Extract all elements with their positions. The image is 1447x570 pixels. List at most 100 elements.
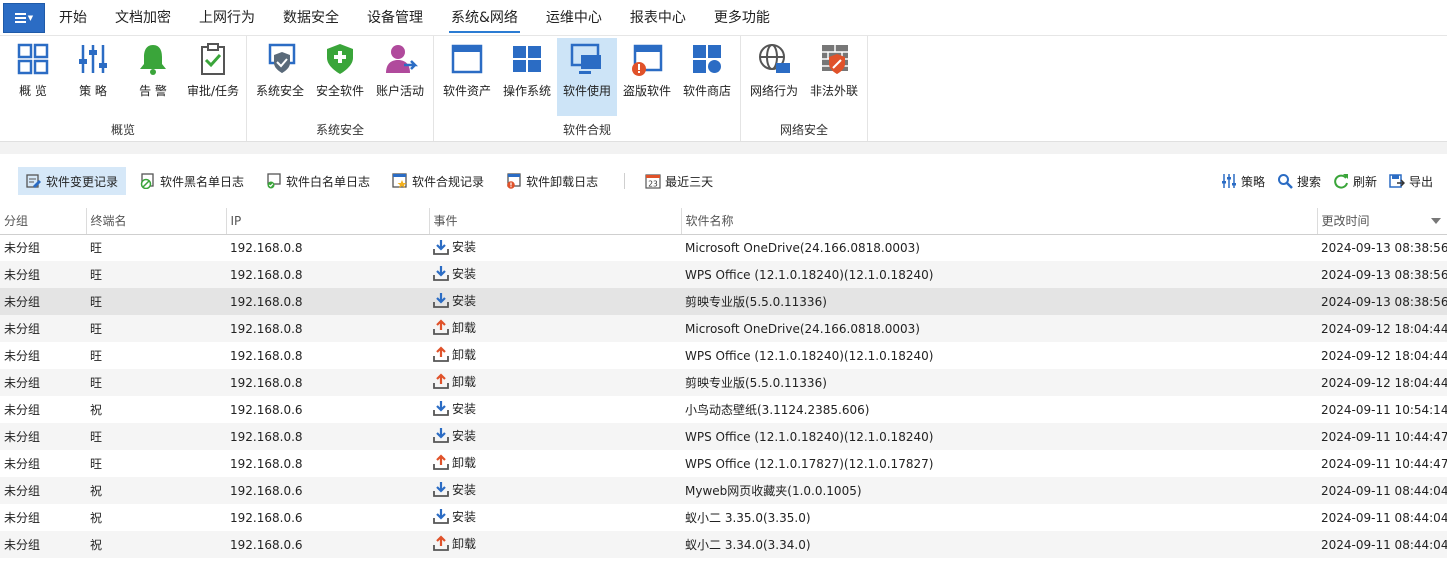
toolbar-button-label: 软件合规记录: [412, 174, 485, 189]
column-header-terminal[interactable]: 终端名: [86, 208, 227, 235]
ribbon-software-store-button[interactable]: 软件商店: [677, 38, 737, 116]
cell-group: 未分组: [0, 396, 86, 423]
event-badge: 安装: [433, 400, 476, 417]
cell-terminal: 旺: [86, 315, 226, 342]
menu-icon: [14, 12, 26, 23]
user-activity-icon: [386, 45, 418, 73]
tab-report-center[interactable]: 报表中心: [616, 0, 700, 36]
ribbon-software-assets-button[interactable]: 软件资产: [437, 38, 497, 116]
table-row[interactable]: 未分组旺 192.168.0.8 卸载 Microsoft OneDrive(24.1…: [0, 315, 1447, 342]
tab-ops-center[interactable]: 运维中心: [532, 0, 616, 36]
software-change-record-button[interactable]: 软件变更记录: [18, 167, 127, 195]
table-row[interactable]: 未分组祝 192.168.0.6 安装 Myweb网页收藏夹(1.0.0.1005) 2…: [0, 477, 1447, 504]
table-row[interactable]: 未分组旺 192.168.0.8 卸载 WPS Office (12.1.0.1824…: [0, 342, 1447, 369]
section-spacer: [0, 142, 1447, 154]
column-header-group[interactable]: 分组: [0, 208, 87, 235]
shield-icon: [327, 44, 353, 74]
cell-software: Myweb网页收藏夹(1.0.0.1005): [681, 477, 1317, 504]
cell-time: 2024-09-12 18:04:44: [1317, 342, 1447, 369]
ribbon-item-label: 软件商店: [682, 84, 731, 98]
ribbon-network-behavior-button[interactable]: 网络行为: [744, 38, 804, 116]
column-header-event[interactable]: 事件: [429, 208, 682, 235]
table-row[interactable]: 未分组旺 192.168.0.8 安装 WPS Office (12.1.0.1824…: [0, 423, 1447, 450]
log-toolbar: 软件变更记录 软件黑名单日志 软件白名单日志 软件合规记录 软件卸载日志 23 …: [0, 154, 1447, 208]
date-range-filter[interactable]: 23 最近三天: [637, 167, 721, 195]
search-button[interactable]: 搜索: [1271, 167, 1327, 195]
software-compliance-record-button[interactable]: 软件合规记录: [384, 167, 492, 195]
ribbon-item-label: 账户活动: [375, 84, 424, 98]
column-header-time[interactable]: 更改时间: [1317, 208, 1447, 235]
ribbon-item-label: 盗版软件: [622, 84, 671, 98]
column-header-ip[interactable]: IP: [226, 208, 430, 235]
cell-event: 卸载: [429, 531, 681, 558]
cell-ip: 192.168.0.6: [226, 396, 429, 423]
ribbon-alarm-button[interactable]: 告 警: [123, 38, 183, 116]
ribbon-illegal-outreach-button[interactable]: 非法外联: [804, 38, 864, 116]
cell-group: 未分组: [0, 423, 86, 450]
table-row[interactable]: 未分组旺 192.168.0.8 卸载 剪映专业版(5.5.0.11336) 2024-…: [0, 369, 1447, 396]
cell-time: 2024-09-13 08:38:56: [1317, 288, 1447, 315]
policy-button[interactable]: 策略: [1215, 167, 1271, 195]
table-row[interactable]: 未分组祝 192.168.0.6 安装 蚁小二 3.35.0(3.35.0) 2024-…: [0, 504, 1447, 531]
ribbon-policy-button[interactable]: 策 略: [63, 38, 123, 116]
windows-icon: [513, 46, 541, 72]
monitor-shield-icon: [268, 43, 296, 73]
column-header-software[interactable]: 软件名称: [681, 208, 1318, 235]
software-whitelist-log-button[interactable]: 软件白名单日志: [258, 167, 378, 195]
event-badge: 卸载: [433, 535, 476, 552]
install-icon: [433, 482, 449, 498]
cell-terminal: 旺: [86, 342, 226, 369]
compliance-icon: [392, 173, 407, 188]
cell-event: 安装: [429, 504, 681, 531]
toolbar-button-label: 软件黑名单日志: [160, 174, 245, 189]
cell-group: 未分组: [0, 342, 86, 369]
export-button[interactable]: 导出: [1383, 167, 1439, 195]
toolbar-button-label: 导出: [1408, 174, 1433, 189]
table-row[interactable]: 未分组祝 192.168.0.6 安装 小鸟动态壁纸(3.1124.2385.606)…: [0, 396, 1447, 423]
change-record-icon: [26, 174, 41, 188]
event-badge: 安装: [433, 238, 476, 255]
install-icon: [433, 266, 449, 282]
ribbon-security-software-button[interactable]: 安全软件: [310, 38, 370, 116]
cell-time: 2024-09-12 18:04:44: [1317, 315, 1447, 342]
uninstall-icon: [433, 346, 449, 363]
table-row[interactable]: 未分组旺 192.168.0.8 卸载 WPS Office (12.1.0.1782…: [0, 450, 1447, 477]
tab-system-network[interactable]: 系统&网络: [437, 0, 532, 36]
cell-ip: 192.168.0.8: [226, 450, 429, 477]
table-row[interactable]: 未分组旺 192.168.0.8 安装 Microsoft OneDrive(24.1…: [0, 234, 1447, 261]
app-menu-button[interactable]: ▼: [3, 2, 45, 33]
tab-internet-behavior[interactable]: 上网行为: [185, 0, 269, 36]
sliders-icon: [79, 45, 107, 73]
ribbon-os-button[interactable]: 操作系统: [497, 38, 557, 116]
cell-ip: 192.168.0.8: [226, 288, 429, 315]
refresh-button[interactable]: 刷新: [1327, 167, 1383, 195]
ribbon-pirated-software-button[interactable]: 盗版软件: [617, 38, 677, 116]
cell-event: 安装: [429, 396, 681, 423]
monitor-icon: [570, 43, 601, 74]
sort-descending-icon: [1431, 218, 1441, 224]
tab-doc-encryption[interactable]: 文档加密: [101, 0, 185, 36]
cell-time: 2024-09-11 10:44:47: [1317, 423, 1447, 450]
table-row[interactable]: 未分组旺 192.168.0.8 安装 剪映专业版(5.5.0.11336) 2024-…: [0, 288, 1447, 315]
tab-device-management[interactable]: 设备管理: [353, 0, 437, 36]
ribbon-group-title: 系统安全: [315, 123, 364, 137]
software-uninstall-log-button[interactable]: 软件卸载日志: [498, 167, 606, 195]
cell-terminal: 旺: [86, 369, 226, 396]
ribbon-approval-button[interactable]: 审批/任务: [183, 38, 243, 116]
cell-event: 卸载: [429, 315, 681, 342]
toolbar-button-label: 搜索: [1296, 174, 1321, 189]
tab-more-features[interactable]: 更多功能: [700, 0, 784, 36]
cell-ip: 192.168.0.8: [226, 315, 429, 342]
ribbon-software-usage-button[interactable]: 软件使用: [557, 38, 617, 116]
event-badge: 安装: [433, 427, 476, 444]
software-blacklist-log-button[interactable]: 软件黑名单日志: [132, 167, 252, 195]
ribbon-overview-button[interactable]: 概 览: [3, 38, 63, 116]
tab-start[interactable]: 开始: [45, 0, 101, 36]
table-row[interactable]: 未分组祝 192.168.0.6 卸载 蚁小二 3.34.0(3.34.0) 2024-…: [0, 531, 1447, 558]
toolbar-button-label: 软件卸载日志: [526, 174, 599, 189]
ribbon-system-security-button[interactable]: 系统安全: [250, 38, 310, 116]
ribbon-account-activity-button[interactable]: 账户活动: [370, 38, 430, 116]
table-row[interactable]: 未分组旺 192.168.0.8 安装 WPS Office (12.1.0.1824…: [0, 261, 1447, 288]
tab-data-security[interactable]: 数据安全: [269, 0, 353, 36]
cell-software: WPS Office (12.1.0.17827)(12.1.0.17827): [681, 450, 1317, 477]
